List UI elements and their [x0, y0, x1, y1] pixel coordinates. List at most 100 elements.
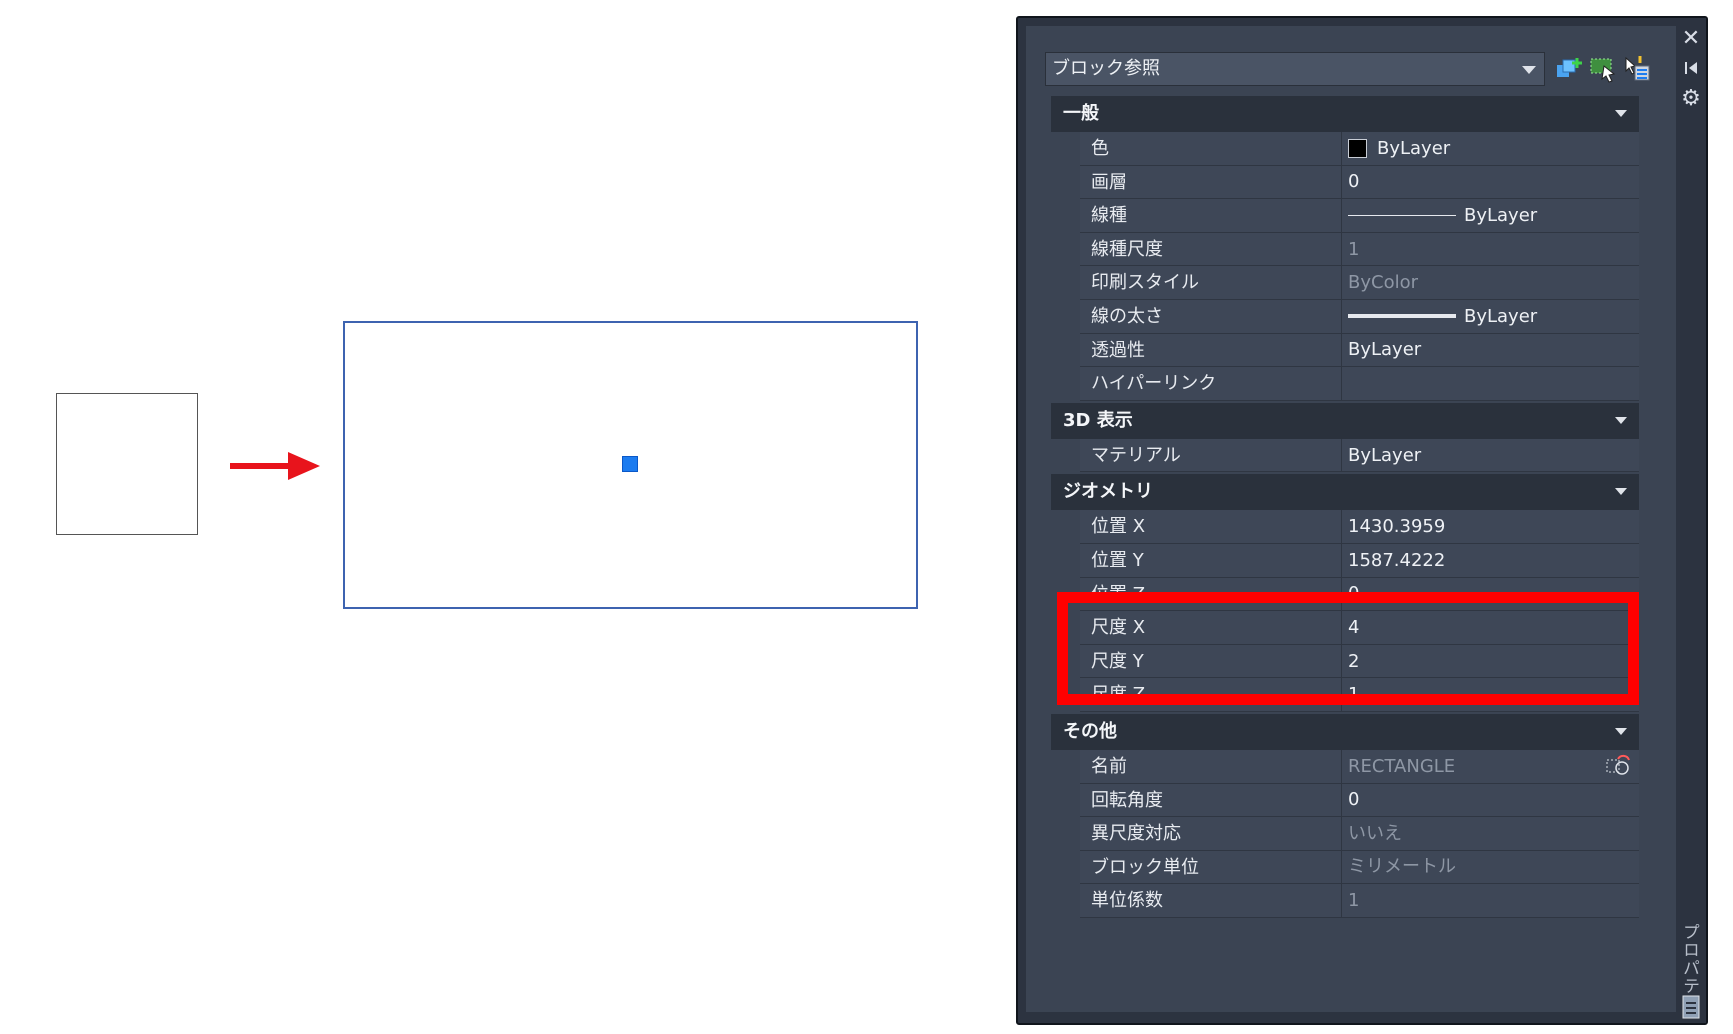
property-value-text: 0	[1348, 583, 1360, 605]
property-row[interactable]: 位置 Z 0	[1080, 577, 1639, 612]
property-value[interactable]: 4	[1342, 611, 1639, 644]
property-label: 透過性	[1080, 333, 1342, 367]
collapse-chevron-icon[interactable]	[1615, 488, 1627, 496]
lineweight-sample	[1348, 314, 1456, 319]
category-title: ジオメトリ	[1063, 481, 1153, 503]
pin-icon[interactable]	[1676, 58, 1706, 78]
property-label: 線の太さ	[1080, 299, 1342, 333]
property-value-text: ミリメートル	[1348, 856, 1456, 878]
property-row[interactable]: 線種 ByLayer	[1080, 199, 1639, 233]
select-objects-icon[interactable]	[1588, 54, 1618, 84]
property-value-text: 1	[1348, 684, 1360, 706]
property-value[interactable]: ByLayer	[1342, 199, 1639, 232]
property-row[interactable]: ブロック単位 ミリメートル	[1080, 850, 1639, 885]
property-value-text: 1430.3959	[1348, 516, 1446, 538]
property-value[interactable]: RECTANGLE	[1342, 750, 1639, 783]
property-row[interactable]: 単位係数 1	[1080, 884, 1639, 918]
property-value[interactable]: 1587.4222	[1342, 544, 1639, 577]
property-row[interactable]: 尺度 Z 1	[1080, 678, 1639, 712]
property-row[interactable]: 名前 RECTANGLE	[1080, 749, 1639, 784]
property-row[interactable]: 位置 Y 1587.4222	[1080, 543, 1639, 578]
property-value[interactable]: 0	[1342, 784, 1639, 817]
original-rectangle-block	[56, 393, 198, 535]
property-grid: 一般色 ByLayer 画層 0 線種 ByLayer 線種尺度 1 印刷スタイル ByColor…	[1051, 96, 1639, 918]
property-label: 尺度 X	[1080, 611, 1342, 644]
category-header[interactable]: その他	[1051, 713, 1639, 750]
property-value-text: 0	[1348, 789, 1360, 811]
property-value[interactable]: 1	[1342, 678, 1639, 711]
property-value-text: 4	[1348, 616, 1360, 638]
property-label: 線種	[1080, 199, 1342, 232]
property-value-text: ByLayer	[1464, 305, 1538, 327]
property-value[interactable]: ByLayer	[1342, 439, 1639, 472]
property-value[interactable]: 0	[1342, 578, 1639, 611]
category-title: 3D 表示	[1063, 409, 1133, 431]
property-value[interactable]	[1342, 367, 1639, 400]
property-value[interactable]: ByLayer	[1342, 334, 1639, 367]
insertion-grip[interactable]	[622, 456, 638, 472]
collapse-chevron-icon[interactable]	[1615, 110, 1627, 117]
property-value[interactable]: ByColor	[1342, 266, 1639, 299]
property-value[interactable]: 2	[1342, 645, 1639, 678]
property-value[interactable]: ByLayer	[1342, 132, 1639, 165]
property-value-text: いいえ	[1348, 822, 1402, 844]
property-value-text: ByLayer	[1464, 204, 1538, 226]
arrow-icon	[230, 452, 320, 480]
property-row[interactable]: 透過性 ByLayer	[1080, 333, 1639, 368]
category-header[interactable]: ジオメトリ	[1051, 474, 1639, 511]
category-title: その他	[1063, 720, 1117, 742]
property-value-text: 0	[1348, 171, 1360, 193]
category-header[interactable]: 一般	[1051, 96, 1639, 132]
property-row[interactable]: 尺度 Y 2	[1080, 644, 1639, 679]
property-row[interactable]: 位置 X 1430.3959	[1080, 510, 1639, 544]
property-label: マテリアル	[1080, 438, 1342, 472]
property-row[interactable]: 画層 0	[1080, 165, 1639, 200]
property-row[interactable]: 色 ByLayer	[1080, 132, 1639, 166]
property-label: 尺度 Y	[1080, 644, 1342, 678]
property-label: 異尺度対応	[1080, 817, 1342, 850]
property-row[interactable]: ハイパーリンク	[1080, 367, 1639, 401]
gear-icon[interactable]: ⚙	[1676, 88, 1706, 110]
category-title: 一般	[1063, 103, 1099, 124]
property-value[interactable]: いいえ	[1342, 817, 1639, 850]
property-label: 回転角度	[1080, 783, 1342, 817]
property-value[interactable]: 1430.3959	[1342, 510, 1639, 543]
property-value[interactable]: 1	[1342, 233, 1639, 266]
property-value-text: ByLayer	[1348, 444, 1422, 466]
property-value[interactable]: 0	[1342, 166, 1639, 199]
property-row[interactable]: マテリアル ByLayer	[1080, 438, 1639, 473]
property-row[interactable]: 線種尺度 1	[1080, 232, 1639, 267]
property-row[interactable]: 異尺度対応 いいえ	[1080, 817, 1639, 851]
property-row[interactable]: 尺度 X 4	[1080, 611, 1639, 645]
property-value[interactable]: ミリメートル	[1342, 851, 1639, 884]
property-row[interactable]: 回転角度 0	[1080, 783, 1639, 818]
property-row[interactable]: 印刷スタイル ByColor	[1080, 266, 1639, 300]
property-value-text: 1	[1348, 238, 1360, 260]
property-value[interactable]: 1	[1342, 884, 1639, 917]
property-value-text: ByColor	[1348, 272, 1418, 294]
property-value-text: ByLayer	[1348, 339, 1422, 361]
property-row[interactable]: 線の太さ ByLayer	[1080, 299, 1639, 334]
property-label: 位置 X	[1080, 510, 1342, 543]
block-edit-icon[interactable]	[1605, 754, 1631, 778]
quick-select-icon[interactable]	[1554, 54, 1584, 84]
property-label: 印刷スタイル	[1080, 266, 1342, 299]
collapse-chevron-icon[interactable]	[1615, 727, 1627, 735]
palette-title-strip: ✕ ⚙ プロパティ	[1676, 18, 1706, 1023]
object-type-dropdown[interactable]: ブロック参照	[1045, 52, 1545, 86]
property-value[interactable]: ByLayer	[1342, 300, 1639, 333]
palette-menu-icon[interactable]	[1676, 994, 1706, 1020]
close-icon[interactable]: ✕	[1676, 28, 1706, 50]
linetype-sample	[1348, 214, 1456, 216]
property-label: 位置 Y	[1080, 543, 1342, 577]
property-label: 線種尺度	[1080, 232, 1342, 266]
property-value-text: 2	[1348, 650, 1360, 672]
property-label: 画層	[1080, 165, 1342, 199]
palette-body: ブロック参照 一般色 ByLayer 画層 0 線種 ByLayer 線種尺度 1 印刷スタイル…	[1026, 26, 1678, 1012]
category-header[interactable]: 3D 表示	[1051, 402, 1639, 439]
toggle-pickadd-icon[interactable]	[1622, 54, 1652, 84]
collapse-chevron-icon[interactable]	[1615, 416, 1627, 424]
chevron-down-icon[interactable]	[1522, 66, 1536, 74]
property-label: 名前	[1080, 749, 1342, 783]
property-label: 尺度 Z	[1080, 678, 1342, 711]
